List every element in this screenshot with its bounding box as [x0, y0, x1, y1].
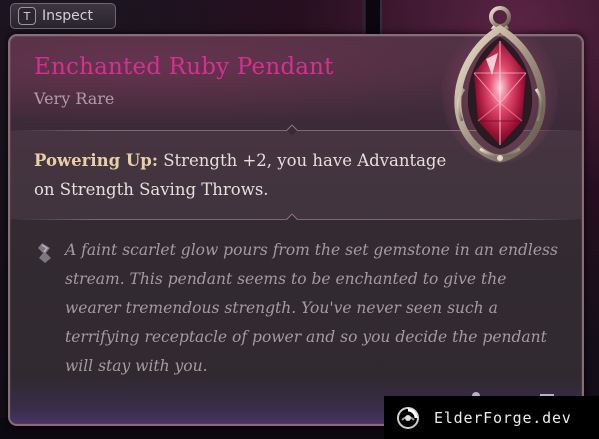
quill-icon	[38, 243, 51, 263]
watermark-text: ElderForge.dev	[434, 408, 572, 427]
passive-name: Powering Up:	[34, 151, 158, 170]
section-divider	[10, 213, 582, 225]
inspect-button[interactable]: T Inspect	[10, 3, 116, 29]
item-name: Enchanted Ruby Pendant	[34, 54, 334, 80]
watermark: ElderForge.dev	[384, 396, 599, 439]
background-frame-line	[380, 0, 382, 36]
keybind-t-icon: T	[18, 7, 36, 25]
inspect-label: Inspect	[42, 8, 93, 24]
ruby-pendant-icon	[442, 6, 558, 163]
item-rarity: Very Rare	[34, 89, 115, 108]
flavor-text: A faint scarlet glow pours from the set …	[65, 241, 558, 375]
background-frame-line	[362, 0, 365, 36]
elderforge-logo-icon	[397, 406, 419, 429]
passive-description: Powering Up: Strength +2, you have Advan…	[34, 146, 454, 204]
background-frame-gap	[366, 0, 380, 36]
